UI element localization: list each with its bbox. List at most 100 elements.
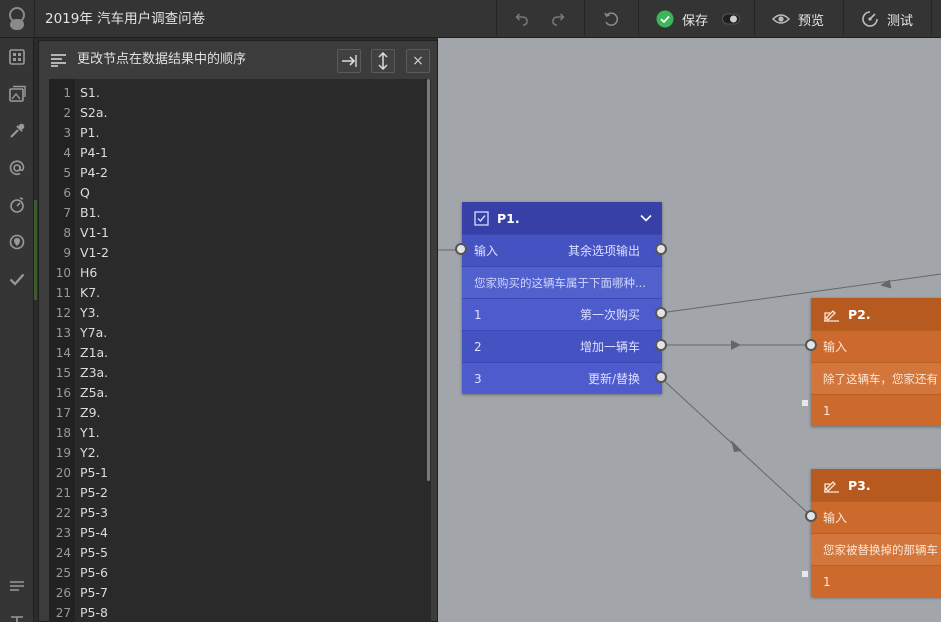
line-number: 21 (55, 486, 71, 500)
tools-icon[interactable] (7, 608, 27, 622)
editor-line[interactable]: 18 Y1. (49, 423, 419, 443)
flow-canvas[interactable]: P1. 输入 其余选项输出 您家购买的这辆车属于下面哪种... 1 第一次购买 … (438, 38, 941, 622)
line-number: 7 (63, 206, 71, 220)
move-right-button[interactable] (337, 49, 361, 73)
option-code: 3 (474, 372, 482, 386)
eye-icon (772, 14, 790, 24)
editor-line[interactable]: 22 P5-3 (49, 503, 419, 523)
editor-line[interactable]: 1 S1. (49, 83, 419, 103)
editor-line[interactable]: 25 P5-6 (49, 563, 419, 583)
eyedropper-icon[interactable] (7, 121, 27, 141)
editor-line[interactable]: 16 Z5a. (49, 383, 419, 403)
editor-scrollbar[interactable] (427, 79, 430, 481)
editor-line[interactable]: 11 K7. (49, 283, 419, 303)
dialog-title: 更改节点在数据结果中的顺序 (77, 52, 247, 67)
editor-line[interactable]: 2 S2a. (49, 103, 419, 123)
node-p3-input-port[interactable] (805, 510, 817, 522)
node-p2-option-1[interactable]: 1 (811, 394, 941, 426)
image-icon[interactable] (7, 84, 27, 104)
node-p1-option-2-port[interactable] (655, 339, 667, 351)
close-button[interactable]: × (406, 49, 430, 73)
node-p1-option-3-port[interactable] (655, 371, 667, 383)
chevron-down-icon[interactable] (640, 213, 652, 223)
line-text: Q (80, 185, 90, 200)
line-number: 13 (55, 326, 71, 340)
line-text: K7. (80, 285, 101, 300)
test-button[interactable]: 测试 (861, 0, 913, 38)
save-label: 保存 (682, 13, 709, 29)
test-icon (862, 11, 878, 27)
editor-line[interactable]: 17 Z9. (49, 403, 419, 423)
node-p3-input-label: 输入 (811, 501, 941, 533)
line-text: P5-6 (80, 565, 108, 580)
line-number: 18 (55, 426, 71, 440)
node-p1-other-output-port[interactable] (655, 243, 667, 255)
editor-line[interactable]: 20 P5-1 (49, 463, 419, 483)
editor-line[interactable]: 6Q (49, 183, 419, 203)
toggle-icon[interactable] (722, 13, 740, 25)
editor-line[interactable]: 24 P5-5 (49, 543, 419, 563)
editor-line[interactable]: 8 V1-1 (49, 223, 419, 243)
editor-line[interactable]: 15 Z3a. (49, 363, 419, 383)
node-p2-handle[interactable] (802, 400, 808, 406)
editor-line[interactable]: 5 P4-2 (49, 163, 419, 183)
editor-line[interactable]: 3 P1. (49, 123, 419, 143)
editor-line[interactable]: 19 Y2. (49, 443, 419, 463)
node-p1-option-3[interactable]: 3 更新/替换 (462, 362, 662, 394)
node-p1-io-row: 输入 其余选项输出 (462, 234, 662, 266)
node-p3-option-1[interactable]: 1 (811, 565, 941, 597)
editor-line[interactable]: 10 H6 (49, 263, 419, 283)
node-p2-input-port[interactable] (805, 339, 817, 351)
node-p3-header[interactable]: P3. (811, 469, 941, 501)
editor-line[interactable]: 7 B1. (49, 203, 419, 223)
line-number: 22 (55, 506, 71, 520)
list-order-icon (51, 54, 66, 67)
line-text: Y7a. (80, 325, 108, 340)
editor-line[interactable]: 21 P5-2 (49, 483, 419, 503)
editor-line[interactable]: 27 P5-8 (49, 603, 419, 622)
line-number: 19 (55, 446, 71, 460)
line-text: Z3a. (80, 365, 109, 380)
at-sign-icon[interactable] (7, 158, 27, 178)
preview-button[interactable]: 预览 (772, 0, 824, 38)
node-p2[interactable]: P2. 输入 除了这辆车，您家还有 1 (811, 298, 941, 426)
editor-line[interactable]: 23 P5-4 (49, 523, 419, 543)
order-editor[interactable]: 1 S1. 2 S2a. 3 P1. 4 P4-1 5 P4-2 6 Q 7 B1. 8 V1-1 9 V1-2 1… (49, 79, 431, 622)
node-p1-option-1[interactable]: 1 第一次购买 (462, 298, 662, 330)
line-number: 15 (55, 366, 71, 380)
node-p2-question: 除了这辆车，您家还有 (811, 362, 941, 394)
timer-icon[interactable] (7, 195, 27, 215)
node-p1-input-port[interactable] (455, 243, 467, 255)
move-vertical-button[interactable] (371, 49, 395, 73)
undo-icon[interactable] (512, 9, 532, 29)
list-icon[interactable] (7, 576, 27, 596)
grid-icon[interactable] (7, 47, 27, 67)
node-p1-option-2[interactable]: 2 增加一辆车 (462, 330, 662, 362)
node-p1-input-label: 输入 (474, 244, 499, 258)
node-p1-title: P1. (497, 210, 520, 226)
editor-line[interactable]: 9 V1-2 (49, 243, 419, 263)
editor-line[interactable]: 26 P5-7 (49, 583, 419, 603)
edit-question-icon (824, 309, 839, 322)
editor-line[interactable]: 4 P4-1 (49, 143, 419, 163)
line-number: 1 (63, 86, 71, 100)
dialog-header: 更改节点在数据结果中的顺序 × (39, 41, 437, 79)
node-p2-title: P2. (848, 306, 871, 322)
node-p1[interactable]: P1. 输入 其余选项输出 您家购买的这辆车属于下面哪种... 1 第一次购买 … (462, 202, 662, 394)
editor-line[interactable]: 13 Y7a. (49, 323, 419, 343)
history-icon[interactable] (601, 9, 621, 29)
node-p1-option-1-port[interactable] (655, 307, 667, 319)
check-circle-icon (656, 10, 674, 28)
node-p3-handle[interactable] (802, 571, 808, 577)
location-icon[interactable] (7, 232, 27, 252)
check-icon[interactable] (7, 269, 27, 289)
line-text: P5-1 (80, 465, 108, 480)
redo-icon[interactable] (548, 9, 568, 29)
node-p2-header[interactable]: P2. (811, 298, 941, 330)
node-p3[interactable]: P3. 输入 您家被替换掉的那辆车 1 (811, 469, 941, 597)
editor-line[interactable]: 12 Y3. (49, 303, 419, 323)
editor-line[interactable]: 14 Z1a. (49, 343, 419, 363)
node-p1-header[interactable]: P1. (462, 202, 662, 234)
save-button[interactable]: 保存 (656, 0, 708, 38)
line-text: Z1a. (80, 345, 109, 360)
